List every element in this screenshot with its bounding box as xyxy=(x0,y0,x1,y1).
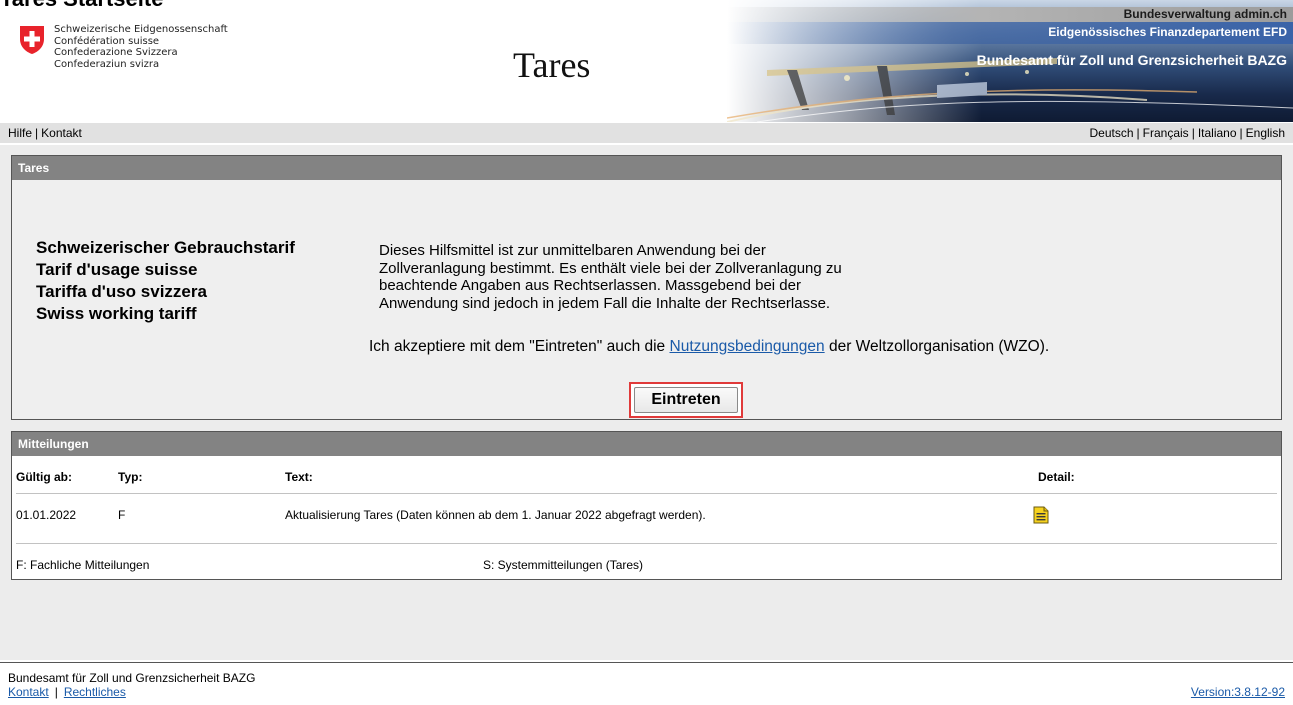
banner-admin-link[interactable]: Bundesverwaltung admin.ch xyxy=(1124,7,1287,21)
tares-panel: Tares Schweizerischer Gebrauchstarif Tar… xyxy=(11,155,1282,420)
description-line: Anwendung sind jedoch in jedem Fall die … xyxy=(379,294,831,312)
table-row: 01.01.2022 F Aktualisierung Tares (Daten… xyxy=(12,504,1281,526)
confederation-names: Schweizerische Eidgenossenschaft Confédé… xyxy=(54,24,228,70)
tariff-name-de: Schweizerischer Gebrauchstarif xyxy=(36,238,295,257)
cell-text: Aktualisierung Tares (Daten können ab de… xyxy=(285,508,706,522)
cell-type: F xyxy=(118,508,126,522)
main-content: Tares Schweizerischer Gebrauchstarif Tar… xyxy=(0,145,1293,660)
accept-prefix: Ich akzeptiere mit dem "Eintreten" auch … xyxy=(369,338,670,355)
language-switcher: Deutsch | Français | Italiano | English xyxy=(1090,123,1285,143)
accept-suffix: der Weltzollorganisation (WZO). xyxy=(824,338,1050,355)
cell-valid-from: 01.01.2022 xyxy=(16,508,77,522)
messages-panel-header: Mitteilungen xyxy=(12,432,1281,456)
nav-bar: Hilfe | Kontakt Deutsch | Français | Italiano |… xyxy=(0,123,1293,143)
tares-description: Dieses Hilfsmittel ist zur unmittelbaren… xyxy=(379,242,939,312)
confederation-line-de: Schweizerische Eidgenossenschaft xyxy=(54,24,228,35)
enter-button[interactable]: Eintreten xyxy=(634,387,738,413)
messages-table-header: Gültig ab: Typ: Text: Detail: xyxy=(12,466,1281,488)
messages-panel: Mitteilungen Gültig ab: Typ: Text: Detai… xyxy=(11,431,1282,580)
document-icon[interactable] xyxy=(1033,506,1049,524)
description-line: Dieses Hilfsmittel ist zur unmittelbaren… xyxy=(379,242,766,259)
banner-department[interactable]: Eidgenössisches Finanzdepartement EFD xyxy=(1048,25,1287,39)
app-title: Tares xyxy=(513,45,591,85)
terms-of-use-link[interactable]: Nutzungsbedingungen xyxy=(670,338,825,355)
lang-fr-link[interactable]: Français xyxy=(1143,126,1189,140)
legend-system: S: Systemmitteilungen (Tares) xyxy=(483,558,644,572)
tariff-names: Schweizerischer Gebrauchstarif Tarif d'u… xyxy=(36,237,295,325)
header-banner: Bundesverwaltung admin.ch Eidgenössische… xyxy=(727,0,1293,122)
nav-separator: | xyxy=(1136,126,1140,140)
footer-links: Kontakt | Rechtliches xyxy=(8,685,126,699)
nav-contact-link[interactable]: Kontakt xyxy=(41,126,82,140)
legend-fachlich: F: Fachliche Mitteilungen xyxy=(16,558,150,572)
footer-organization: Bundesamt für Zoll und Grenzsicherheit B… xyxy=(8,671,256,685)
nav-separator: | xyxy=(1191,126,1195,140)
tares-panel-header: Tares xyxy=(12,156,1281,180)
version-link[interactable]: Version:3.8.12-92 xyxy=(1191,685,1285,699)
nav-separator: | xyxy=(1239,126,1243,140)
col-valid-from: Gültig ab: xyxy=(16,470,72,484)
banner-office[interactable]: Bundesamt für Zoll und Grenzsicherheit B… xyxy=(977,52,1287,68)
description-line: beachtende Angaben aus Rechtserlassen. M… xyxy=(379,277,801,294)
terms-acceptance-text: Ich akzeptiere mit dem "Eintreten" auch … xyxy=(369,338,1049,356)
lang-it-link[interactable]: Italiano xyxy=(1198,126,1237,140)
nav-left: Hilfe | Kontakt xyxy=(8,123,82,143)
col-detail: Detail: xyxy=(1038,470,1075,484)
footer-legal-link[interactable]: Rechtliches xyxy=(64,685,126,699)
description-line: Zollveranlagung bestimmt. Es enthält vie… xyxy=(379,259,842,277)
table-divider xyxy=(16,493,1277,494)
nav-help-link[interactable]: Hilfe xyxy=(8,126,32,140)
tariff-name-fr: Tarif d'usage suisse xyxy=(36,260,198,279)
lang-en-link[interactable]: English xyxy=(1246,126,1285,140)
table-divider xyxy=(16,543,1277,544)
footer-contact-link[interactable]: Kontakt xyxy=(8,685,49,699)
tariff-name-it: Tariffa d'uso svizzera xyxy=(36,282,207,301)
confederation-logo[interactable]: Schweizerische Eidgenossenschaft Confédé… xyxy=(19,24,228,70)
confederation-line-rm: Confederaziun svizra xyxy=(54,58,160,70)
site-header: Schweizerische Eidgenossenschaft Confédé… xyxy=(0,0,1293,122)
col-type: Typ: xyxy=(118,470,143,484)
tariff-name-en: Swiss working tariff xyxy=(36,304,197,323)
footer-separator: | xyxy=(54,685,58,699)
confederation-line-fr: Confédération suisse xyxy=(54,35,160,47)
nav-separator: | xyxy=(35,126,39,140)
site-footer: Bundesamt für Zoll und Grenzsicherheit B… xyxy=(0,662,1293,705)
swiss-shield-icon xyxy=(20,26,44,54)
messages-legend: F: Fachliche Mitteilungen S: Systemmitte… xyxy=(12,554,1281,576)
col-text: Text: xyxy=(285,470,313,484)
lang-de-link[interactable]: Deutsch xyxy=(1090,126,1134,140)
enter-button-highlight: Eintreten xyxy=(629,382,743,418)
confederation-line-it: Confederazione Svizzera xyxy=(54,47,178,58)
